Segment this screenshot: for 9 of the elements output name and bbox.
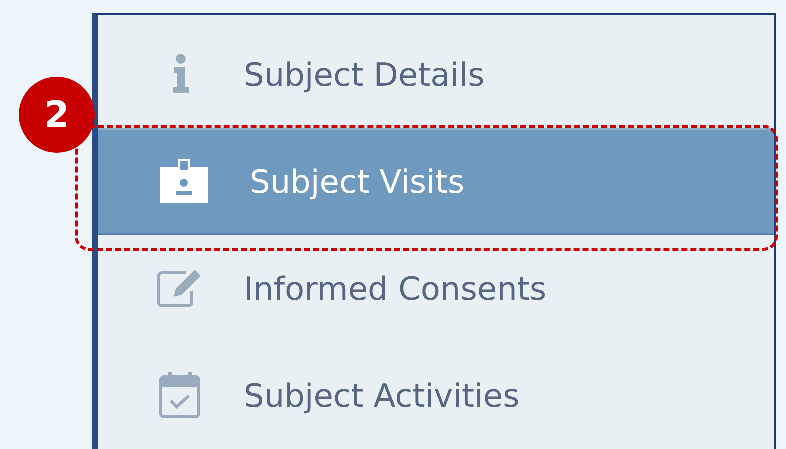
menu-item[interactable]: Subject Activities	[98, 342, 774, 449]
menu-item[interactable]: Subject Visits	[98, 128, 774, 235]
menu-item-label: Subject Visits	[250, 162, 465, 200]
menu-item-label: Informed Consents	[244, 270, 547, 308]
menu-item[interactable]: Subject Details	[98, 21, 774, 128]
menu-item[interactable]: Informed Consents	[98, 235, 774, 342]
step-number: 2	[19, 77, 95, 153]
menu-item-label: Subject Details	[244, 56, 485, 94]
menu-item-label: Subject Activities	[244, 376, 520, 414]
